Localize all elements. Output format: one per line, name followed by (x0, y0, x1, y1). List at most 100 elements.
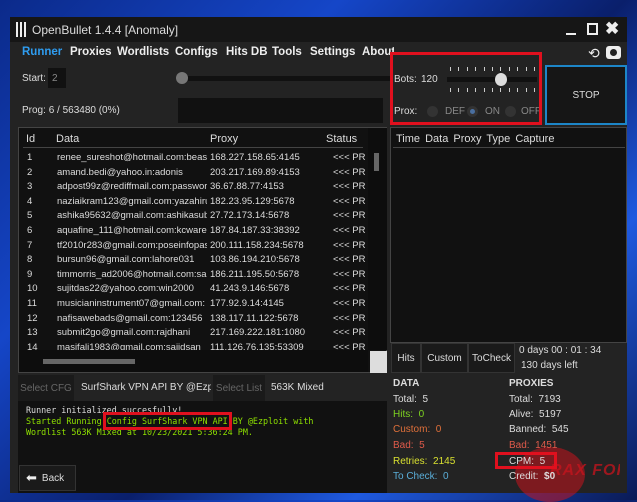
log-line: Started Running Config SurfShark VPN API… (26, 412, 314, 430)
menu-settings[interactable]: Settings (310, 46, 355, 58)
table-cell: <<< PR (333, 283, 366, 295)
table-cell: 4 (27, 195, 33, 207)
highlight-box (390, 52, 542, 125)
minimize-button[interactable] (566, 33, 576, 35)
menu-tools[interactable]: Tools (272, 46, 302, 58)
selected-wordlist: 563K Mixed (271, 382, 324, 393)
progress-bar (178, 98, 383, 123)
start-label: Start: (22, 73, 46, 84)
filter-hits-button[interactable]: Hits (391, 343, 421, 373)
vertical-scrollbar[interactable] (368, 128, 387, 350)
table-cell: nafisawebads@gmail.com:123456 (57, 312, 203, 324)
back-button[interactable]: ⬅ Back (19, 465, 76, 491)
table-cell: <<< PR (333, 181, 366, 193)
select-cfg-button[interactable]: Select CFG (18, 375, 74, 401)
watermark-text: RAX FORUM (550, 462, 620, 479)
table-cell: ashika95632@gmail.com:ashikasubl (57, 210, 207, 222)
screenshot-icon[interactable] (606, 46, 621, 59)
table-cell: aquafine_111@hotmail.com:kcwarel (57, 225, 207, 236)
table-cell: 11 (27, 298, 37, 309)
table-cell: 13 (27, 327, 38, 339)
table-cell: <<< PR (333, 239, 366, 251)
start-slider-thumb[interactable] (176, 72, 188, 84)
table-cell: 7 (27, 239, 33, 251)
table-cell: amand.bedi@yahoo.in:adonis (57, 166, 183, 178)
table-cell: 3 (27, 181, 33, 193)
table-cell: 9 (27, 268, 33, 280)
table-cell: 203.217.169.89:4153 (210, 166, 300, 178)
log-line: Wordlist 563K Mixed at 10/23/2021 5:36:2… (26, 427, 253, 437)
capture-headers: Time Data Proxy Type Capture (396, 133, 554, 145)
maximize-button[interactable] (587, 23, 598, 35)
menu-configs[interactable]: Configs (175, 46, 218, 58)
col-status[interactable]: Status (326, 133, 357, 145)
openbullet-window: OpenBullet 1.4.4 [Anomaly] ✖ Runner Prox… (10, 17, 627, 502)
data-custom: Custom: 0 (393, 424, 442, 435)
menu-wordlists[interactable]: Wordlists (117, 46, 169, 58)
history-icon[interactable]: ⟲ (588, 45, 600, 62)
table-cell: 1 (27, 152, 33, 163)
table-cell: 177.92.9.14:4145 (210, 298, 284, 309)
table-cell: 27.72.173.14:5678 (210, 210, 290, 222)
stop-button[interactable]: STOP (545, 65, 627, 125)
table-cell: tf2010r283@gmail.com:poseinfopas (57, 239, 207, 251)
prog-value: 6 / 563480 (0%) (48, 105, 120, 116)
table-cell: 10 (27, 283, 38, 295)
table-cell: <<< PR (333, 195, 366, 207)
horizontal-scrollbar[interactable] (19, 350, 368, 372)
window-title: OpenBullet 1.4.4 [Anomaly] (32, 23, 179, 37)
table-cell: 186.211.195.50:5678 (210, 268, 300, 280)
filter-custom-button[interactable]: Custom (421, 343, 468, 373)
proxies-title: PROXIES (509, 378, 554, 389)
table-cell: renee_sureshot@hotmail.com:beast (57, 152, 207, 163)
proxies-total: Total: 7193 (509, 394, 561, 405)
table-cell: 187.84.187.33:38392 (210, 225, 300, 236)
data-bad: Bad: 5 (393, 440, 425, 451)
filter-tocheck-button[interactable]: ToCheck (468, 343, 515, 373)
elapsed-time: 0 days 00 : 01 : 34 (519, 345, 602, 356)
table-cell: submit2go@gmail.com:rajdhani (57, 327, 191, 339)
col-proxy[interactable]: Proxy (453, 133, 481, 145)
table-cell: 217.169.222.181:1080 (210, 327, 306, 339)
capture-panel: Time Data Proxy Type Capture (390, 127, 627, 343)
data-table: Id Data Proxy Status 1 renee_sureshot@hot… (18, 127, 387, 373)
progress-label: Prog: 6 / 563480 (0%) (22, 105, 120, 116)
table-cell: 138.117.11.122:5678 (210, 312, 299, 324)
menu-runner[interactable]: Runner (22, 46, 62, 58)
data-title: DATA (393, 378, 420, 389)
table-cell: <<< PR (333, 327, 366, 339)
title-bar: OpenBullet 1.4.4 [Anomaly] ✖ (10, 17, 627, 42)
table-cell: 2 (27, 166, 33, 178)
proxies-bad: Bad: 1451 (509, 440, 558, 451)
menu-hitsdb[interactable]: Hits DB (226, 46, 268, 58)
col-id[interactable]: Id (26, 133, 35, 145)
table-cell: sujitdas22@yahoo.com:win2000 (57, 283, 194, 295)
prog-label: Prog: (22, 105, 46, 116)
col-data[interactable]: Data (425, 133, 448, 145)
selected-config: SurfShark VPN API BY @Ezploit (81, 382, 211, 393)
table-cell: 168.227.158.65:4145 (210, 152, 300, 163)
col-time[interactable]: Time (396, 133, 420, 145)
table-cell: <<< PR (333, 225, 366, 236)
close-button[interactable]: ✖ (605, 19, 619, 39)
start-input[interactable]: 2 (48, 68, 66, 88)
table-cell: <<< PR (333, 166, 366, 178)
data-tocheck: To Check: 0 (393, 471, 449, 482)
back-arrow-icon: ⬅ (26, 470, 37, 485)
table-cell: 12 (27, 312, 38, 324)
col-capture[interactable]: Capture (515, 133, 554, 145)
table-cell: adpost99z@rediffmail.com:passwor (57, 181, 207, 193)
log-line: Runner initialized succesfully! (26, 405, 183, 415)
col-proxy[interactable]: Proxy (210, 133, 238, 145)
data-hits: Hits: 0 (393, 409, 425, 420)
start-slider-track[interactable] (188, 76, 393, 81)
select-list-button[interactable]: Select List (213, 375, 265, 401)
data-retries: Retries: 2145 (393, 456, 456, 467)
col-type[interactable]: Type (486, 133, 510, 145)
table-cell: 200.111.158.234:5678 (210, 239, 304, 251)
col-data[interactable]: Data (56, 133, 79, 145)
app-logo-icon (16, 22, 26, 37)
menu-proxies[interactable]: Proxies (70, 46, 112, 58)
cpm-highlight-box (495, 452, 557, 469)
table-cell: <<< PR (333, 268, 366, 280)
